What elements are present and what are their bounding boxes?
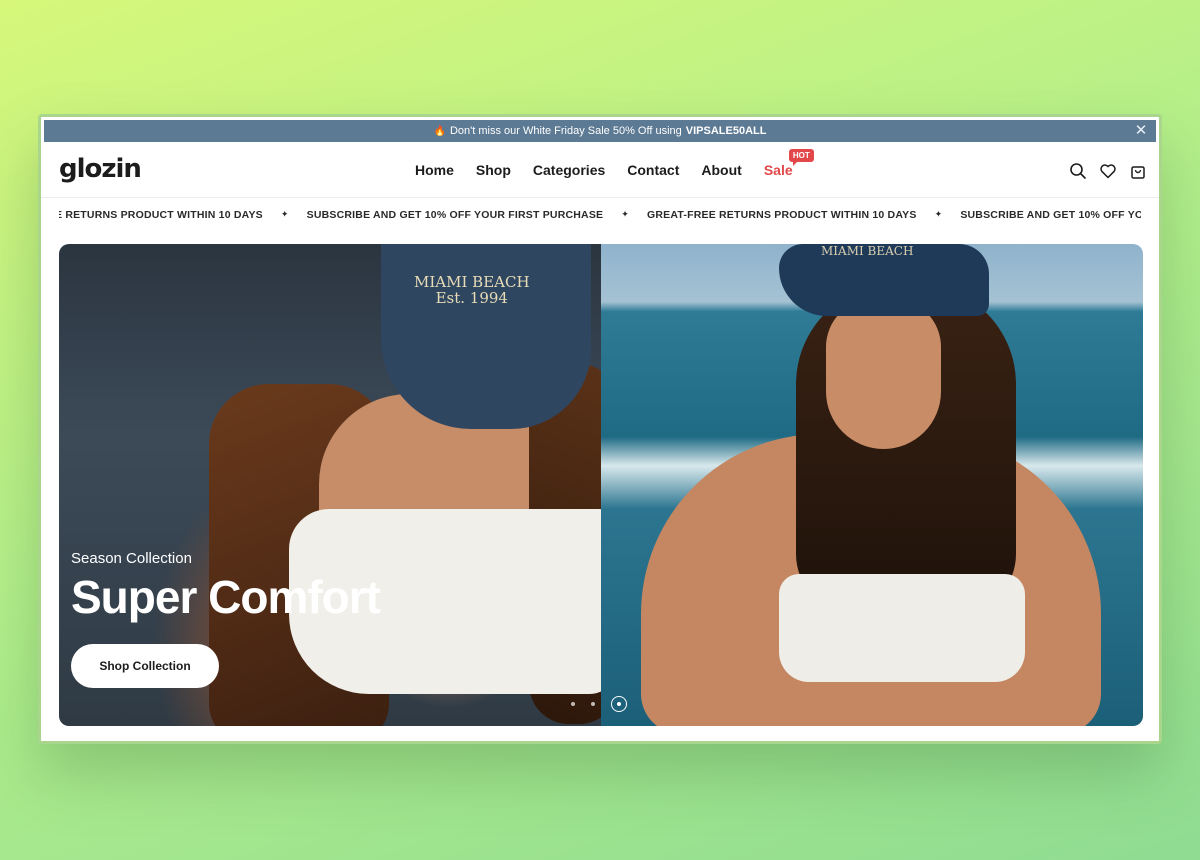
nav-sale-label: Sale	[763, 162, 793, 178]
marquee-item: SUBSCRIBE AND GET 10% OFF YOUR FIRST PUR	[960, 209, 1141, 221]
slide-dot-1[interactable]	[571, 702, 575, 706]
sparkle-icon: ✦	[280, 209, 289, 219]
flame-icon: 🔥	[433, 125, 446, 137]
hot-badge: HOT	[788, 149, 814, 166]
search-icon[interactable]	[1069, 162, 1087, 180]
marquee-item: GREAT-FREE RETURNS PRODUCT WITHIN 10 DAY…	[647, 209, 917, 221]
hero-title: Super Comfort	[71, 571, 381, 623]
close-icon[interactable]: ✕	[1132, 122, 1150, 140]
shop-collection-button[interactable]: Shop Collection	[71, 644, 219, 688]
promo-marquee: E RETURNS PRODUCT WITHIN 10 DAYS ✦ SUBSC…	[59, 209, 1141, 227]
heart-icon[interactable]	[1099, 162, 1117, 180]
promo-code: VIPSALE50ALL	[685, 125, 767, 137]
hero-image-left: MIAMI BEACH Est. 1994 Season Collection …	[59, 244, 601, 726]
hero-caption: Season Collection Super Comfort	[71, 550, 381, 623]
logo[interactable]: glozin	[59, 154, 142, 184]
nav-about[interactable]: About	[701, 162, 741, 178]
nav-contact[interactable]: Contact	[627, 162, 679, 178]
sparkle-icon: ✦	[934, 209, 943, 219]
nav-shop[interactable]: Shop	[476, 162, 511, 178]
slide-dot-3-active[interactable]	[611, 696, 627, 712]
main-nav: Home Shop Categories Contact About Sale …	[415, 149, 814, 178]
nav-sale[interactable]: Sale HOT	[763, 149, 814, 178]
slider-dots	[571, 696, 627, 712]
announcement-bar: 🔥 Don't miss our White Friday Sale 50% O…	[44, 120, 1156, 142]
hero-subtitle: Season Collection	[71, 550, 192, 567]
announcement-text: Don't miss our White Friday Sale 50% Off…	[449, 125, 682, 137]
sparkle-icon: ✦	[621, 209, 629, 219]
cap-embroidery: MIAMI BEACH	[821, 244, 914, 258]
bag-icon[interactable]	[1129, 162, 1147, 180]
hero-image-right: MIAMI BEACH	[601, 244, 1143, 726]
cap-embroidery: MIAMI BEACH Est. 1994	[414, 273, 530, 307]
marquee-item: SUBSCRIBE AND GET 10% OFF YOUR FIRST PUR…	[306, 209, 604, 221]
browser-window: 🔥 Don't miss our White Friday Sale 50% O…	[38, 114, 1162, 744]
cap	[381, 244, 591, 429]
hero-slider[interactable]: MIAMI BEACH Est. 1994 Season Collection …	[59, 244, 1143, 726]
marquee-item: E RETURNS PRODUCT WITHIN 10 DAYS	[59, 209, 263, 221]
header-icons	[1069, 162, 1147, 180]
slide-dot-2[interactable]	[591, 702, 595, 706]
nav-home[interactable]: Home	[415, 162, 454, 178]
site-header: glozin Home Shop Categories Contact Abou…	[41, 142, 1159, 198]
nav-categories[interactable]: Categories	[533, 162, 605, 178]
